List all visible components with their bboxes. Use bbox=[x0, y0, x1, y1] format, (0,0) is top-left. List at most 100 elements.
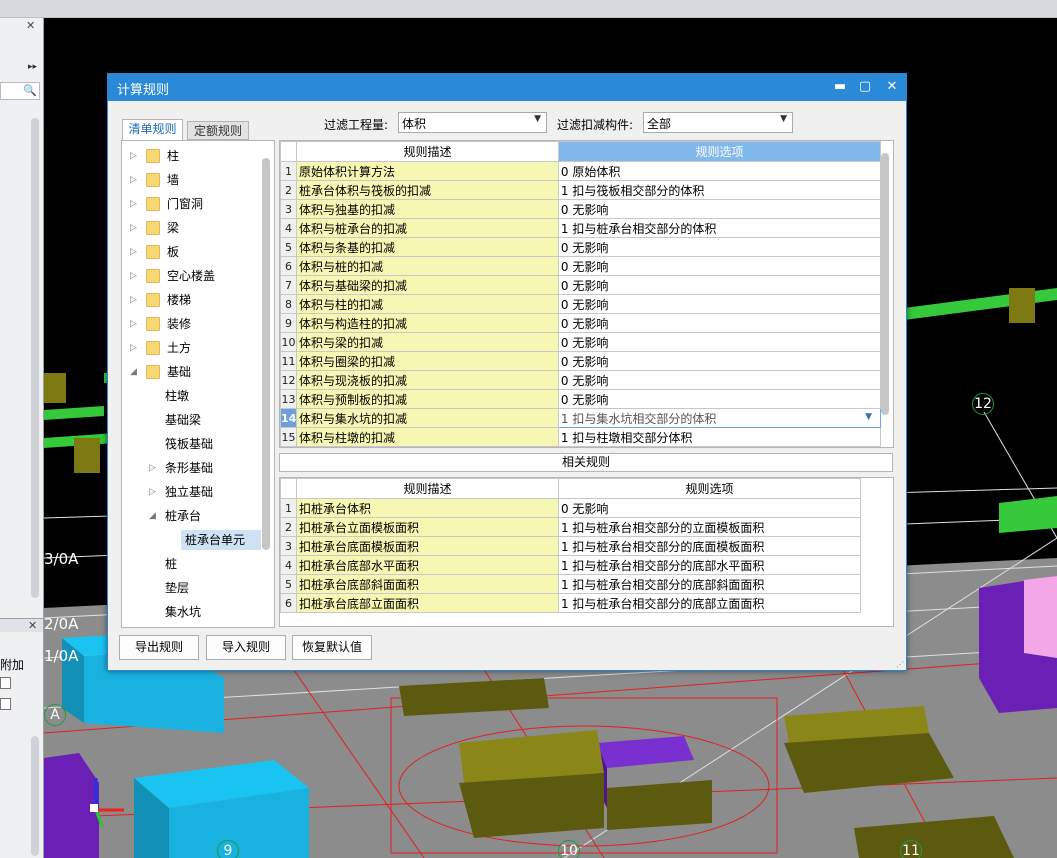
panel-close-icon-2[interactable]: ✕ bbox=[28, 619, 37, 632]
chevron-down-icon[interactable]: ▼ bbox=[865, 412, 872, 422]
rule-option-dropdown[interactable]: 1 扣与集水坑相交部分的体积 ▼ bbox=[557, 408, 882, 428]
rule-option-cell[interactable]: 0 原始体积 bbox=[557, 161, 882, 181]
tree-node[interactable]: ▷ 墙 bbox=[122, 170, 260, 190]
import-rules-button[interactable]: 导入规则 bbox=[206, 635, 286, 660]
rule-option-cell[interactable]: 0 无影响 bbox=[557, 332, 882, 352]
rule-option-cell[interactable]: 0 无影响 bbox=[557, 370, 882, 390]
related-rule-row[interactable]: 4 扣桩承台底部水平面积 1 扣与桩承台相交部分的底部水平面积 bbox=[280, 555, 862, 575]
tree-node[interactable]: 柱墩 bbox=[122, 386, 260, 406]
rules-scrollbar[interactable] bbox=[881, 153, 889, 415]
tree-node[interactable]: ▷ 板 bbox=[122, 242, 260, 262]
tab-quota-rules[interactable]: 定额规则 bbox=[187, 121, 249, 140]
filter-component-select[interactable]: 全部 ▼ bbox=[643, 112, 793, 133]
tree-expand-icon[interactable]: ▷ bbox=[130, 338, 137, 358]
panel-scrollbar[interactable] bbox=[31, 118, 39, 598]
rule-option-cell[interactable]: 1 扣与柱墩相交部分体积 bbox=[557, 427, 882, 447]
rule-option-cell[interactable]: 0 无影响 bbox=[557, 389, 882, 409]
rule-row[interactable]: 10 体积与梁的扣减 0 无影响 bbox=[280, 332, 882, 352]
filter-quantity-select[interactable]: 体积 ▼ bbox=[398, 112, 547, 133]
related-header-option[interactable]: 规则选项 bbox=[557, 478, 862, 499]
close-icon[interactable]: ✕ bbox=[881, 76, 903, 98]
rule-row[interactable]: 14 体积与集水坑的扣减 1 扣与集水坑相交部分的体积 ▼ bbox=[280, 408, 882, 428]
tree-node[interactable]: ◢ 基础 bbox=[122, 362, 260, 382]
rule-row[interactable]: 11 体积与圈梁的扣减 0 无影响 bbox=[280, 351, 882, 371]
related-rule-row[interactable]: 1 扣桩承台体积 0 无影响 bbox=[280, 498, 862, 518]
panel-checkbox[interactable] bbox=[0, 698, 11, 710]
rule-row[interactable]: 4 体积与桩承台的扣减 1 扣与桩承台相交部分的体积 bbox=[280, 218, 882, 238]
rule-option-cell[interactable]: 0 无影响 bbox=[557, 199, 882, 219]
related-header-desc[interactable]: 规则描述 bbox=[296, 478, 559, 499]
rule-row[interactable]: 15 体积与柱墩的扣减 1 扣与柱墩相交部分体积 bbox=[280, 427, 882, 447]
restore-defaults-button[interactable]: 恢复默认值 bbox=[292, 635, 372, 660]
tree-expand-icon[interactable]: ▷ bbox=[130, 314, 137, 334]
column-header-option[interactable]: 规则选项 bbox=[557, 141, 882, 162]
rule-option-cell[interactable]: 1 扣与桩承台相交部分的体积 bbox=[557, 218, 882, 238]
tree-node[interactable]: 筏板基础 bbox=[122, 434, 260, 454]
tree-node[interactable]: ▷ 梁 bbox=[122, 218, 260, 238]
panel-scrollbar-2[interactable] bbox=[31, 736, 39, 856]
rule-row[interactable]: 1 原始体积计算方法 0 原始体积 bbox=[280, 161, 882, 181]
rule-row[interactable]: 12 体积与现浇板的扣减 0 无影响 bbox=[280, 370, 882, 390]
tree-node[interactable]: ▷ 装修 bbox=[122, 314, 260, 334]
maximize-icon[interactable]: ▢ bbox=[854, 76, 876, 98]
related-rule-option-cell[interactable]: 0 无影响 bbox=[557, 498, 862, 518]
related-rule-option-cell[interactable]: 1 扣与桩承台相交部分的底部水平面积 bbox=[557, 555, 862, 575]
tree-collapse-icon[interactable]: ◢ bbox=[149, 506, 156, 526]
related-rule-row[interactable]: 5 扣桩承台底部斜面面积 1 扣与桩承台相交部分的底部斜面面积 bbox=[280, 574, 862, 594]
tree-expand-icon[interactable]: ▷ bbox=[149, 458, 156, 478]
tree-expand-icon[interactable]: ▷ bbox=[130, 194, 137, 214]
tree-expand-icon[interactable]: ▷ bbox=[130, 242, 137, 262]
tree-node[interactable]: ▷ 土方 bbox=[122, 338, 260, 358]
related-rule-option-cell[interactable]: 1 扣与桩承台相交部分的立面模板面积 bbox=[557, 517, 862, 537]
rule-option-cell[interactable]: 0 无影响 bbox=[557, 256, 882, 276]
tree-node[interactable]: ◢ 桩承台 bbox=[122, 506, 260, 526]
related-rule-row[interactable]: 2 扣桩承台立面模板面积 1 扣与桩承台相交部分的立面模板面积 bbox=[280, 517, 862, 537]
tree-node[interactable]: ▷ 独立基础 bbox=[122, 482, 260, 502]
rule-option-cell[interactable]: 1 扣与筏板相交部分的体积 bbox=[557, 180, 882, 200]
panel-checkbox[interactable] bbox=[0, 677, 11, 689]
panel-search-input[interactable]: 🔍 bbox=[0, 82, 40, 100]
tree-expand-icon[interactable]: ▷ bbox=[130, 146, 137, 166]
tree-expand-icon[interactable]: ▷ bbox=[149, 482, 156, 502]
tree-node[interactable]: 桩承台单元 bbox=[122, 530, 261, 550]
rule-row[interactable]: 7 体积与基础梁的扣减 0 无影响 bbox=[280, 275, 882, 295]
panel-close-icon[interactable]: ✕ bbox=[26, 19, 35, 32]
tree-node[interactable]: ▷ 门窗洞 bbox=[122, 194, 260, 214]
rule-row[interactable]: 6 体积与桩的扣减 0 无影响 bbox=[280, 256, 882, 276]
rule-option-cell[interactable]: 0 无影响 bbox=[557, 313, 882, 333]
related-rule-option-cell[interactable]: 1 扣与桩承台相交部分的底部立面面积 bbox=[557, 593, 862, 613]
tree-node[interactable]: ▷ 柱 bbox=[122, 146, 260, 166]
tree-expand-icon[interactable]: ▷ bbox=[130, 290, 137, 310]
minimize-icon[interactable]: ▬ bbox=[829, 76, 851, 98]
export-rules-button[interactable]: 导出规则 bbox=[119, 635, 199, 660]
tree-scrollbar[interactable] bbox=[262, 158, 270, 550]
resize-grip-icon[interactable]: ⋰ bbox=[896, 660, 904, 669]
tree-node[interactable]: 基础梁 bbox=[122, 410, 260, 430]
panel-expand-icon[interactable]: ▸▸ bbox=[28, 62, 37, 72]
rule-option-cell[interactable]: 0 无影响 bbox=[557, 275, 882, 295]
rule-option-cell[interactable]: 0 无影响 bbox=[557, 237, 882, 257]
rule-row[interactable]: 9 体积与构造柱的扣减 0 无影响 bbox=[280, 313, 882, 333]
tree-node[interactable]: 垫层 bbox=[122, 578, 260, 598]
related-rule-option-cell[interactable]: 1 扣与桩承台相交部分的底面模板面积 bbox=[557, 536, 862, 556]
tree-node[interactable]: 集水坑 bbox=[122, 602, 260, 622]
tree-expand-icon[interactable]: ▷ bbox=[130, 218, 137, 238]
tab-bill-rules[interactable]: 清单规则 bbox=[122, 119, 183, 140]
tree-expand-icon[interactable]: ▷ bbox=[130, 170, 137, 190]
tree-node[interactable]: ▷ 楼梯 bbox=[122, 290, 260, 310]
rule-row[interactable]: 8 体积与柱的扣减 0 无影响 bbox=[280, 294, 882, 314]
tree-expand-icon[interactable]: ▷ bbox=[130, 266, 137, 286]
tree-node[interactable]: ▷ 空心楼盖 bbox=[122, 266, 260, 286]
related-rule-row[interactable]: 3 扣桩承台底面模板面积 1 扣与桩承台相交部分的底面模板面积 bbox=[280, 536, 862, 556]
rule-row[interactable]: 2 桩承台体积与筏板的扣减 1 扣与筏板相交部分的体积 bbox=[280, 180, 882, 200]
tree-node[interactable]: 桩 bbox=[122, 554, 260, 574]
dialog-title-bar[interactable]: 计算规则 ▬ ▢ ✕ bbox=[108, 74, 906, 101]
rule-option-cell[interactable]: 0 无影响 bbox=[557, 294, 882, 314]
tree-node[interactable]: ▷ 条形基础 bbox=[122, 458, 260, 478]
rule-row[interactable]: 5 体积与条基的扣减 0 无影响 bbox=[280, 237, 882, 257]
rule-option-cell[interactable]: 0 无影响 bbox=[557, 351, 882, 371]
rule-row[interactable]: 3 体积与独基的扣减 0 无影响 bbox=[280, 199, 882, 219]
column-header-desc[interactable]: 规则描述 bbox=[296, 141, 559, 162]
search-icon[interactable]: 🔍 bbox=[23, 84, 37, 97]
related-rule-option-cell[interactable]: 1 扣与桩承台相交部分的底部斜面面积 bbox=[557, 574, 862, 594]
